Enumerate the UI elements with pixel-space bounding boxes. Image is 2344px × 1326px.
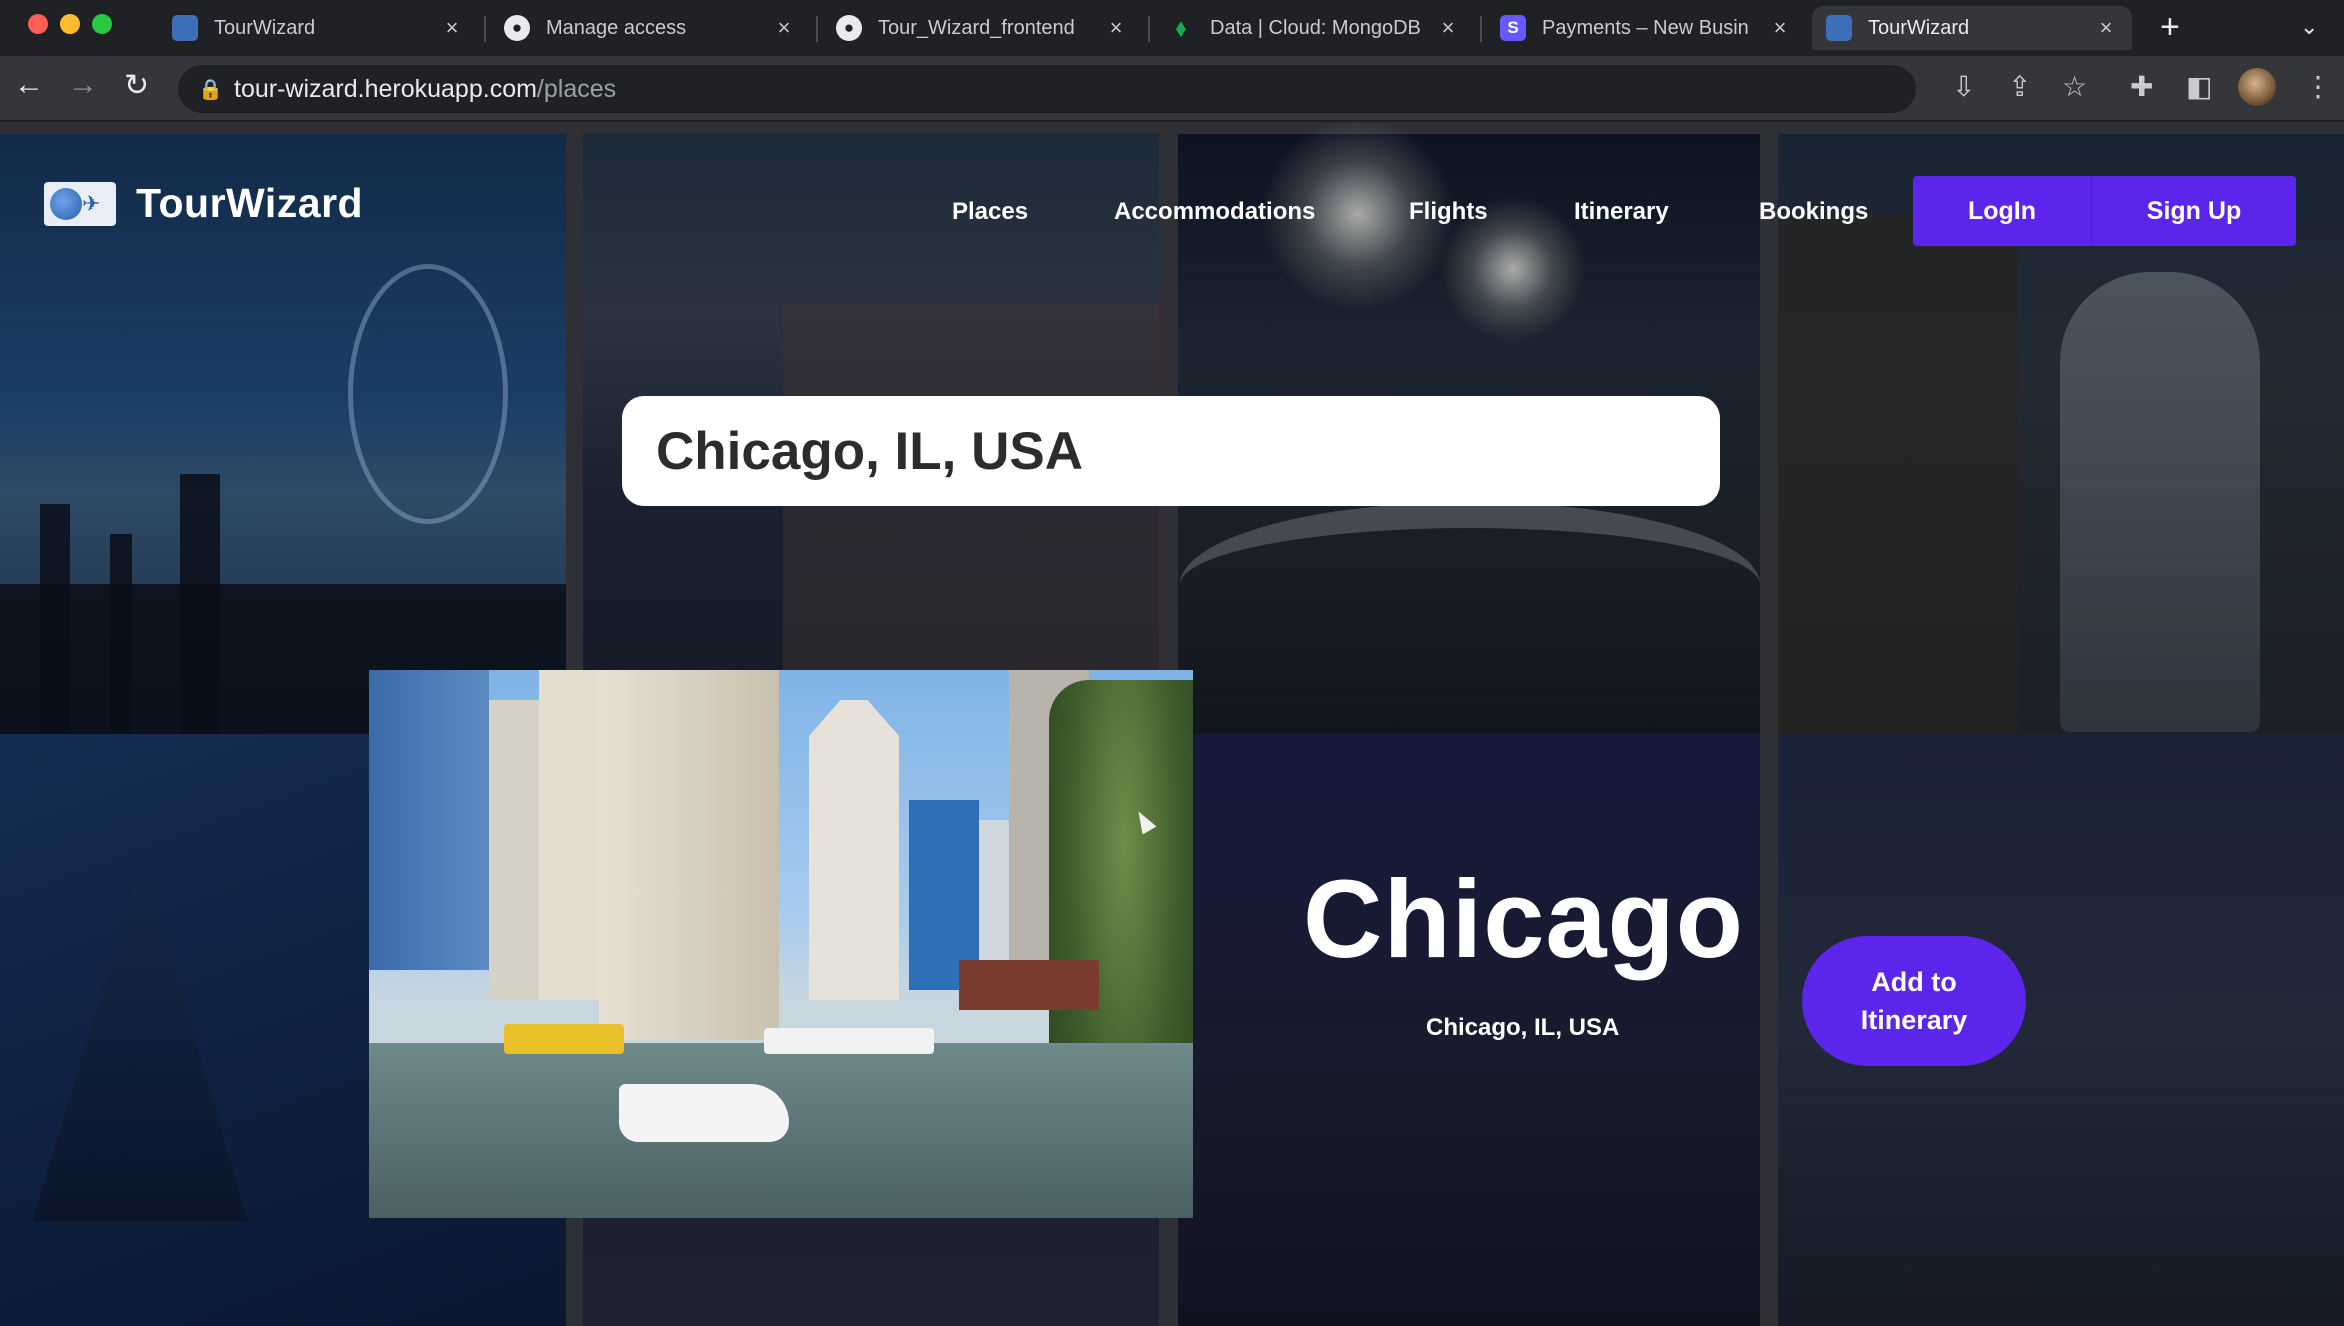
brand-name[interactable]: TourWizard: [136, 180, 363, 227]
water-taxi: [504, 1024, 624, 1054]
ferris-wheel-silhouette: [348, 264, 508, 524]
forward-arrow-icon[interactable]: →: [68, 68, 98, 102]
tab-title: Manage access: [546, 16, 687, 39]
window-zoom-button[interactable]: [92, 14, 112, 34]
nav-link-itinerary[interactable]: Itinerary: [1574, 198, 1669, 226]
browser-tab[interactable]: ⬧ Data | Cloud: MongoDB ×: [1154, 6, 1474, 50]
tab-title: Payments – New Busin: [1542, 16, 1749, 39]
address-path: /places: [536, 74, 617, 103]
place-search-input[interactable]: [622, 396, 1720, 506]
more-menu-icon[interactable]: ⋮: [2304, 70, 2332, 103]
mongodb-leaf-icon: ⬧: [1176, 15, 1186, 40]
add-to-itinerary-button[interactable]: Add to Itinerary: [1802, 936, 2026, 1066]
tab-title: TourWizard: [1868, 16, 1970, 39]
share-icon[interactable]: ⇪: [2008, 70, 2031, 103]
browser-tab[interactable]: ● Tour_Wizard_frontend ×: [822, 6, 1142, 50]
github-icon: ●: [836, 15, 862, 41]
browser-tab-active[interactable]: TourWizard ×: [1812, 6, 2132, 50]
nav-link-accommodations[interactable]: Accommodations: [1114, 198, 1315, 226]
profile-avatar[interactable]: [2238, 68, 2276, 106]
bridge-silhouette: [1180, 502, 1760, 668]
tab-search-chevron-icon[interactable]: ⌄: [2300, 14, 2318, 40]
tab-separator: [816, 16, 818, 42]
back-arrow-icon[interactable]: ←: [14, 68, 44, 102]
place-title: Chicago: [1303, 858, 1744, 981]
login-button[interactable]: LogIn: [1913, 176, 2091, 246]
github-icon: ●: [504, 15, 530, 41]
tab-close-icon[interactable]: ×: [1104, 15, 1128, 41]
nav-link-places[interactable]: Places: [952, 198, 1028, 226]
globe-icon: [50, 188, 82, 220]
tab-title: TourWizard: [214, 16, 316, 39]
airplane-icon: ✈: [82, 191, 101, 216]
new-tab-icon[interactable]: +: [2160, 8, 2180, 47]
tab-title: Tour_Wizard_frontend: [878, 16, 1075, 39]
extensions-puzzle-icon[interactable]: ✚: [2130, 70, 2153, 103]
nav-link-bookings[interactable]: Bookings: [1759, 198, 1868, 226]
window-close-button[interactable]: [28, 14, 48, 34]
tab-separator: [1480, 16, 1482, 42]
lock-icon: 🔒: [198, 78, 223, 101]
address-bar[interactable]: 🔒 tour-wizard.herokuapp.com /places: [178, 65, 1916, 113]
speedboat: [619, 1084, 789, 1142]
tour-boat: [764, 1028, 934, 1054]
tab-title: Data | Cloud: MongoDB: [1210, 16, 1421, 39]
stripe-icon: S: [1500, 15, 1526, 41]
install-app-icon[interactable]: ⇩: [1952, 70, 1975, 103]
tourwizard-favicon-icon: [1826, 15, 1852, 41]
tab-close-icon[interactable]: ×: [772, 15, 796, 41]
bookmark-star-icon[interactable]: ☆: [2062, 70, 2087, 103]
add-to-itinerary-label: Add to Itinerary: [1860, 967, 1968, 1035]
tab-close-icon[interactable]: ×: [1768, 15, 1792, 41]
address-host: tour-wizard.herokuapp.com: [234, 74, 537, 103]
reload-icon[interactable]: ↻: [124, 68, 149, 103]
statue-of-liberty-silhouette: [2060, 272, 2260, 732]
window-minimize-button[interactable]: [60, 14, 80, 34]
page-content: ✈ TourWizard Places Accommodations Fligh…: [0, 122, 2344, 1326]
browser-toolbar: ← → ↻ 🔒 tour-wizard.herokuapp.com /place…: [0, 56, 2344, 122]
logo[interactable]: ✈: [44, 182, 116, 226]
place-photo: [369, 670, 1193, 1218]
tourwizard-favicon-icon: [172, 15, 198, 41]
place-location: Chicago, IL, USA: [1426, 1014, 1620, 1041]
nav-link-flights[interactable]: Flights: [1409, 198, 1488, 226]
browser-tab[interactable]: ● Manage access ×: [490, 6, 810, 50]
signup-button[interactable]: Sign Up: [2091, 176, 2296, 246]
tab-close-icon[interactable]: ×: [440, 15, 464, 41]
tab-close-icon[interactable]: ×: [1436, 15, 1460, 41]
side-panel-icon[interactable]: ◧: [2186, 70, 2212, 103]
browser-tab[interactable]: TourWizard ×: [158, 6, 478, 50]
browser-tab-strip: TourWizard × ● Manage access × ● Tour_Wi…: [0, 0, 2344, 56]
browser-tab[interactable]: S Payments – New Busin ×: [1486, 6, 1806, 50]
river-bridge: [959, 960, 1099, 1010]
tab-close-icon[interactable]: ×: [2094, 15, 2118, 41]
tab-separator: [484, 16, 486, 42]
tab-separator: [1148, 16, 1150, 42]
